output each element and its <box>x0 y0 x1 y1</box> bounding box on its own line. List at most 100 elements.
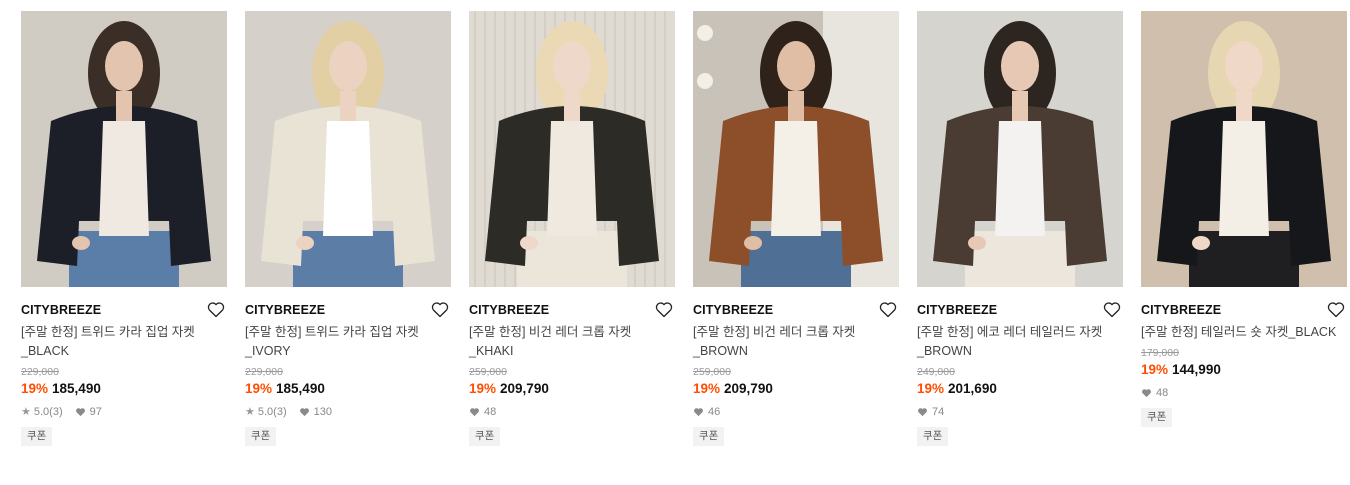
product-card-2[interactable]: CITYBREEZE [주말 한정] 트위드 카라 집업 자켓 _IVORY 2… <box>245 11 451 446</box>
review-count: (3) <box>273 406 287 418</box>
wishlist-heart-icon[interactable] <box>879 301 897 318</box>
model-hand <box>72 236 90 250</box>
model-shirt <box>547 121 597 236</box>
original-price: 179,000 <box>1141 347 1179 359</box>
coupon-badge: 쿠폰 <box>21 427 53 446</box>
review-count: (3) <box>49 406 63 418</box>
like-count: 48 <box>1156 387 1169 399</box>
model-neck <box>1012 91 1028 121</box>
product-meta: 74 <box>917 405 1123 419</box>
product-name-line1: [주말 한정] 트위드 카라 집업 자켓 <box>245 325 419 339</box>
product-meta: ★ 5.0 (3) 97 <box>21 405 227 419</box>
product-image[interactable] <box>245 11 451 287</box>
like-count: 130 <box>313 406 332 418</box>
model-face <box>105 41 143 91</box>
model-shirt <box>323 121 373 236</box>
product-name-line1: [주말 한정] 에코 레더 테일러드 자켓 <box>917 325 1103 339</box>
discount-rate: 19% <box>693 381 721 396</box>
sale-price: 185,490 <box>276 381 325 396</box>
coupon-badge: 쿠폰 <box>245 427 277 446</box>
like-count: 97 <box>89 406 102 418</box>
product-image[interactable] <box>917 11 1123 287</box>
price-row: 19% 209,790 <box>693 379 899 398</box>
rating-value: 5.0 <box>33 406 50 418</box>
discount-rate: 19% <box>917 381 945 396</box>
wishlist-heart-icon[interactable] <box>207 301 225 318</box>
heart-filled-icon <box>299 407 310 417</box>
discount-rate: 19% <box>469 381 497 396</box>
product-image[interactable] <box>1141 11 1347 287</box>
heart-filled-icon <box>917 407 928 417</box>
wishlist-heart-icon[interactable] <box>431 301 449 318</box>
model-hand <box>744 236 762 250</box>
brand-name[interactable]: CITYBREEZE <box>245 303 325 317</box>
wishlist-heart-icon[interactable] <box>1103 301 1121 318</box>
model-neck <box>788 91 804 121</box>
product-name[interactable]: [주말 한정] 에코 레더 테일러드 자켓 _BROWN <box>917 323 1117 361</box>
product-name[interactable]: [주말 한정] 비건 레더 크롭 자켓 _KHAKI <box>469 323 669 361</box>
star-icon: ★ <box>21 406 31 418</box>
heart-filled-icon <box>75 407 86 417</box>
original-price: 249,000 <box>917 366 955 378</box>
product-name[interactable]: [주말 한정] 트위드 카라 집업 자켓 _IVORY <box>245 323 445 361</box>
brand-name[interactable]: CITYBREEZE <box>21 303 101 317</box>
brand-row: CITYBREEZE <box>21 301 227 319</box>
product-meta: ★ 5.0 (3) 130 <box>245 405 451 419</box>
rating-value: 5.0 <box>257 406 274 418</box>
brand-row: CITYBREEZE <box>693 301 899 319</box>
product-name[interactable]: [주말 한정] 트위드 카라 집업 자켓 _BLACK <box>21 323 221 361</box>
like-count: 46 <box>708 406 721 418</box>
product-name-line2: _BROWN <box>917 344 972 358</box>
product-image[interactable] <box>21 11 227 287</box>
product-name-line2: _BROWN <box>693 344 748 358</box>
heart-filled-icon <box>1141 388 1152 398</box>
price-row: 19% 185,490 <box>21 379 227 398</box>
product-name-line2: _BLACK <box>21 344 69 358</box>
wall-lamp <box>697 25 713 41</box>
brand-name[interactable]: CITYBREEZE <box>693 303 773 317</box>
model-shirt <box>995 121 1045 236</box>
model-hand <box>520 236 538 250</box>
product-image[interactable] <box>469 11 675 287</box>
product-card-3[interactable]: CITYBREEZE [주말 한정] 비건 레더 크롭 자켓 _KHAKI 25… <box>469 11 675 446</box>
model-hand <box>1192 236 1210 250</box>
product-name-line1: [주말 한정] 트위드 카라 집업 자켓 <box>21 325 195 339</box>
original-price: 259,000 <box>693 366 731 378</box>
original-price: 229,000 <box>245 366 283 378</box>
brand-row: CITYBREEZE <box>245 301 451 319</box>
product-card-1[interactable]: CITYBREEZE [주말 한정] 트위드 카라 집업 자켓 _BLACK 2… <box>21 11 227 446</box>
model-face <box>1001 41 1039 91</box>
sale-price: 201,690 <box>948 381 997 396</box>
original-price: 229,000 <box>21 366 59 378</box>
product-card-5[interactable]: CITYBREEZE [주말 한정] 에코 레더 테일러드 자켓 _BROWN … <box>917 11 1123 446</box>
brand-name[interactable]: CITYBREEZE <box>469 303 549 317</box>
heart-filled-icon <box>693 407 704 417</box>
sale-price: 144,990 <box>1172 362 1221 377</box>
product-meta: 48 <box>469 405 675 419</box>
wishlist-heart-icon[interactable] <box>655 301 673 318</box>
discount-rate: 19% <box>1141 362 1169 377</box>
brand-name[interactable]: CITYBREEZE <box>1141 303 1221 317</box>
product-image[interactable] <box>693 11 899 287</box>
price-row: 19% 144,990 <box>1141 360 1347 379</box>
product-name[interactable]: [주말 한정] 테일러드 숏 자켓_BLACK <box>1141 323 1341 342</box>
model-hand <box>296 236 314 250</box>
product-card-4[interactable]: CITYBREEZE [주말 한정] 비건 레더 크롭 자켓 _BROWN 25… <box>693 11 899 446</box>
model-face <box>553 41 591 91</box>
model-neck <box>340 91 356 121</box>
brand-row: CITYBREEZE <box>1141 301 1347 319</box>
product-meta: 48 <box>1141 386 1347 400</box>
heart-filled-icon <box>469 407 480 417</box>
product-name[interactable]: [주말 한정] 비건 레더 크롭 자켓 _BROWN <box>693 323 893 361</box>
brand-name[interactable]: CITYBREEZE <box>917 303 997 317</box>
like-count: 48 <box>484 406 497 418</box>
price-row: 19% 185,490 <box>245 379 451 398</box>
product-card-6[interactable]: CITYBREEZE [주말 한정] 테일러드 숏 자켓_BLACK 179,0… <box>1141 11 1347 427</box>
product-name-line1: [주말 한정] 테일러드 숏 자켓_BLACK <box>1141 325 1337 339</box>
product-name-line2: _IVORY <box>245 344 291 358</box>
model-face <box>329 41 367 91</box>
product-name-line1: [주말 한정] 비건 레더 크롭 자켓 <box>693 325 856 339</box>
coupon-badge: 쿠폰 <box>693 427 725 446</box>
wishlist-heart-icon[interactable] <box>1327 301 1345 318</box>
model-neck <box>1236 91 1252 121</box>
